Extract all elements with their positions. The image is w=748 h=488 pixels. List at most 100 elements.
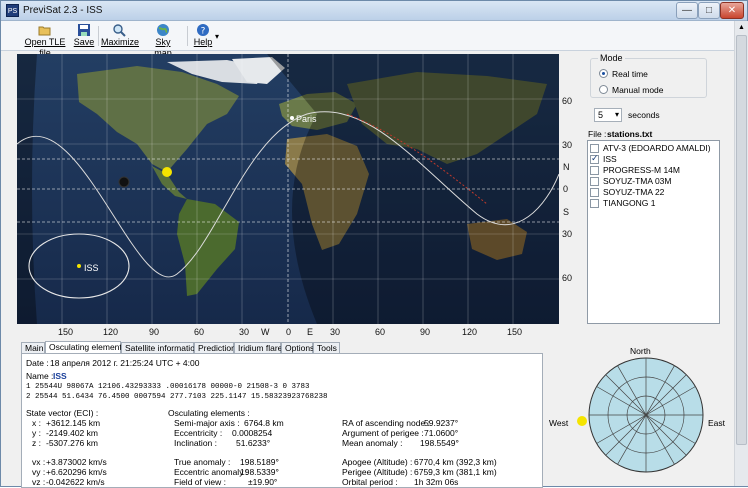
file-name: stations.txt xyxy=(607,129,653,139)
world-map[interactable]: Paris ISS xyxy=(17,54,559,324)
lat-label: 30 xyxy=(562,140,573,150)
seconds-value: 5 xyxy=(598,110,604,120)
manual-mode-radio[interactable] xyxy=(599,85,608,94)
satellite-checkbox[interactable] xyxy=(590,166,599,175)
lon-label: 120 xyxy=(462,327,478,337)
manual-mode-label: Manual mode xyxy=(612,85,664,95)
orb-label: Argument of perigee : xyxy=(342,428,424,438)
satellite-name: TIANGONG 1 xyxy=(603,198,656,208)
state-label: vx : xyxy=(32,457,46,467)
toolbar: Open TLE file Save Maximize Sky map ? He… xyxy=(1,21,747,58)
sun-marker xyxy=(162,167,172,177)
satellite-checkbox[interactable] xyxy=(590,177,599,186)
vertical-scrollbar[interactable]: ▲ xyxy=(734,21,748,486)
lon-label: 90 xyxy=(420,327,431,337)
sky-sun-marker xyxy=(577,416,587,426)
toolbar-separator xyxy=(187,26,188,46)
lon-label: W xyxy=(261,327,270,337)
scroll-up-icon[interactable]: ▲ xyxy=(736,22,747,33)
state-label: z : xyxy=(32,438,41,448)
window-title: PreviSat 2.3 - ISS xyxy=(23,5,103,16)
state-vector-title: State vector (ECI) : xyxy=(26,408,99,418)
satellite-checkbox[interactable] xyxy=(590,199,599,208)
open-tle-button[interactable]: Open TLE file xyxy=(19,22,71,58)
lat-label: 30 xyxy=(562,229,573,239)
orb-value: 6759,3 km (381,1 km) xyxy=(414,467,497,477)
date-label: Date : xyxy=(26,358,49,368)
lon-label: 30 xyxy=(239,327,250,337)
satellite-checkbox[interactable] xyxy=(590,144,599,153)
minimize-button[interactable]: — xyxy=(676,2,698,19)
orb-value: 6770,4 km (392,3 km) xyxy=(414,457,497,467)
lon-label: 30 xyxy=(330,327,341,337)
satellite-name: SOYUZ-TMA 22 xyxy=(603,187,665,197)
lon-label: E xyxy=(307,327,314,337)
satellite-checkbox[interactable] xyxy=(590,188,599,197)
date-value: 18 апреля 2012 г. 21:25:24 UTC + 4:00 xyxy=(50,358,200,368)
iss-position-marker xyxy=(77,264,81,268)
seconds-select[interactable]: 5 xyxy=(594,108,622,122)
scrollbar-thumb[interactable] xyxy=(736,35,747,445)
orb-label: RA of ascending node : xyxy=(342,418,430,428)
osc-label: Inclination : xyxy=(174,438,217,448)
close-button[interactable]: ✕ xyxy=(720,2,744,19)
lon-label: 150 xyxy=(507,327,523,337)
osc-label: Eccentricity : xyxy=(174,428,223,438)
real-time-label: Real time xyxy=(612,69,648,79)
maximize-button[interactable]: □ xyxy=(698,2,720,19)
app-icon: PS xyxy=(6,4,19,17)
save-label: Save xyxy=(73,37,95,47)
help-label: Help xyxy=(193,37,213,47)
osc-value: 6764.8 km xyxy=(244,418,284,428)
orb-label: Perigee (Altitude) : xyxy=(342,467,413,477)
lat-label: N xyxy=(563,162,570,172)
globe-icon xyxy=(157,24,169,36)
osculating-elements-panel: Date : 18 апреля 2012 г. 21:25:24 UTC + … xyxy=(21,353,543,488)
state-label: vz : xyxy=(32,477,46,487)
maximize-label: Maximize xyxy=(101,37,140,47)
state-value: +3.873002 km/s xyxy=(46,457,107,467)
maximize-map-button[interactable]: Maximize xyxy=(101,22,140,50)
osc-label: Semi-major axis : xyxy=(174,418,240,428)
real-time-radio[interactable] xyxy=(599,69,608,78)
osc-label: Eccentric anomaly : xyxy=(174,467,249,477)
title-bar: PS PreviSat 2.3 - ISS — □ ✕ xyxy=(1,1,747,21)
sky-east-label: East xyxy=(708,418,726,428)
state-label: y : xyxy=(32,428,41,438)
lon-label: 0 xyxy=(286,327,292,337)
orb-label: Apogee (Altitude) : xyxy=(342,457,413,467)
satellite-list: ATV-3 (EDOARDO AMALDI) ISS PROGRESS-M 14… xyxy=(587,140,720,324)
orb-label: Mean anomaly : xyxy=(342,438,403,448)
sky-map-button[interactable]: Sky map xyxy=(146,22,180,58)
file-label: File : xyxy=(588,129,607,139)
state-value: -5307.276 km xyxy=(46,438,98,448)
save-icon xyxy=(78,24,90,36)
save-button[interactable]: Save xyxy=(73,22,95,50)
orb-label: Orbital period : xyxy=(342,477,398,487)
orb-value: 71.0600° xyxy=(424,428,459,438)
paris-marker xyxy=(290,116,294,120)
mode-group-title: Mode xyxy=(598,53,625,63)
lon-label: 120 xyxy=(103,327,119,337)
sky-north-label: North xyxy=(630,346,651,356)
satellite-name: PROGRESS-M 14M xyxy=(603,165,680,175)
sky-map[interactable] xyxy=(587,356,705,474)
help-dropdown-arrow-icon[interactable]: ▾ xyxy=(215,32,219,41)
osc-label: True anomaly : xyxy=(174,457,231,467)
satellite-name-value: ISS xyxy=(53,371,67,381)
osc-label: Field of view : xyxy=(174,477,226,487)
satellite-checkbox[interactable] xyxy=(590,153,599,164)
sky-west-label: West xyxy=(549,418,569,428)
state-label: x : xyxy=(32,418,41,428)
help-icon: ? xyxy=(197,24,209,37)
lat-label: 60 xyxy=(562,96,573,106)
help-button[interactable]: ? Help xyxy=(192,22,214,50)
satellite-name: ATV-3 (EDOARDO AMALDI) xyxy=(603,143,711,153)
main-window: PS PreviSat 2.3 - ISS — □ ✕ Open TLE fil… xyxy=(0,0,748,488)
name-label: Name : xyxy=(26,371,54,381)
svg-text:?: ? xyxy=(201,27,206,37)
tle-line-1: 1 25544U 98067A 12106.43293333 .00016178… xyxy=(26,383,310,391)
satellite-name: SOYUZ-TMA 03M xyxy=(603,176,672,186)
toolbar-separator xyxy=(98,26,99,46)
state-value: +6.620296 km/s xyxy=(46,467,107,477)
